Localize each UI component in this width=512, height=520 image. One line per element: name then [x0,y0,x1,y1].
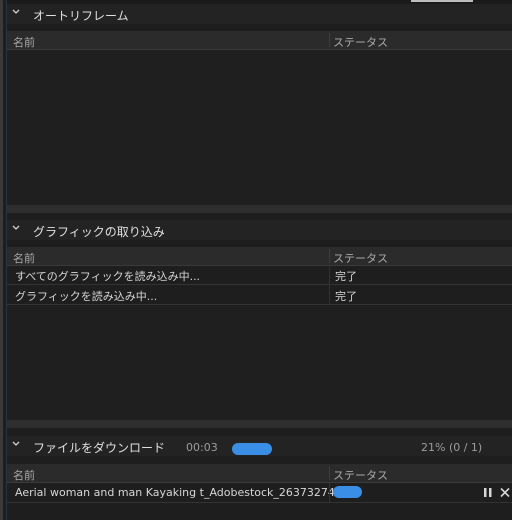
autoreframe-hscroll[interactable] [7,205,512,213]
download-summary-progress-fill [232,443,272,455]
pause-icon[interactable] [483,487,493,498]
download-progress-text: 21% (0 / 1) [421,441,483,454]
table-row[interactable]: すべてのグラフィックを読み込み中... 完了 [7,265,512,285]
download-elapsed: 00:03 [186,441,218,454]
row-name: すべてのグラフィックを読み込み中... [15,270,201,283]
row-separator [329,285,330,304]
column-name[interactable]: 名前 [13,34,35,50]
download-column-header: 名前 ステータス [7,464,512,483]
chevron-down-icon[interactable] [11,223,21,233]
column-name[interactable]: 名前 [13,250,35,266]
table-row[interactable]: グラフィックを読み込み中... 完了 [7,285,512,305]
autoreframe-list [7,50,512,205]
chevron-down-icon[interactable] [11,439,21,449]
graphics-column-header: 名前 ステータス [7,247,512,266]
row-name: Aerial woman and man Kayaking t_Adobesto… [15,486,353,499]
top-scrollbar-thumb[interactable] [411,0,473,2]
download-summary-progress [232,443,272,455]
table-row[interactable]: Aerial woman and man Kayaking t_Adobesto… [7,483,512,503]
column-status[interactable]: ステータス [333,467,388,483]
autoreframe-column-header: 名前 ステータス [7,31,512,50]
row-status: 完了 [335,290,357,303]
column-name[interactable]: 名前 [13,467,35,483]
column-status[interactable]: ステータス [333,34,388,50]
download-row-progress-fill [333,486,362,498]
column-separator[interactable] [329,249,330,263]
graphics-title: グラフィックの取り込み [33,225,165,239]
left-edge [0,0,3,520]
autoreframe-header[interactable]: オートリフレーム [7,4,512,24]
row-separator [329,483,330,502]
row-separator [329,265,330,284]
chevron-down-icon[interactable] [11,7,21,17]
row-name: グラフィックを読み込み中... [15,290,158,303]
close-icon[interactable] [500,487,510,498]
column-separator[interactable] [329,466,330,480]
graphics-list-empty [7,305,512,420]
autoreframe-title: オートリフレーム [33,9,129,23]
row-status: 完了 [335,270,357,283]
download-row-progress [333,486,473,498]
graphics-header[interactable]: グラフィックの取り込み [7,220,512,240]
column-separator[interactable] [329,33,330,47]
graphics-hscroll[interactable] [7,420,512,428]
download-title: ファイルをダウンロード [33,441,166,455]
column-status[interactable]: ステータス [333,250,388,266]
